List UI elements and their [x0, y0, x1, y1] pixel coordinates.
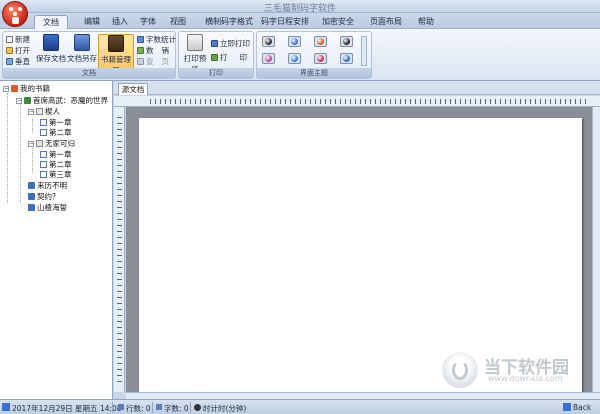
tree-root[interactable]: − 我的书籍	[3, 83, 50, 94]
status-timer: 时计时(分钟)	[203, 404, 247, 413]
watermark-url: www.downxia.com	[488, 374, 563, 383]
collapse-icon[interactable]: −	[28, 108, 34, 115]
tab-page-layout[interactable]: 页面布局	[366, 15, 406, 29]
book-manager-button[interactable]: 书籍管理器	[98, 34, 134, 75]
tab-document[interactable]: 文档	[34, 15, 68, 29]
insert-button[interactable]: 数 销	[137, 45, 169, 56]
word-count-button[interactable]: 字数统计	[137, 34, 176, 45]
tab-source-document[interactable]: 源文档	[118, 83, 148, 95]
tree-book[interactable]: 来历不明	[28, 180, 67, 191]
app-logo-icon[interactable]	[2, 1, 28, 27]
tree-chapter[interactable]: 第二章	[40, 127, 72, 138]
insert-icon	[137, 47, 144, 54]
chars-icon	[156, 404, 162, 410]
tree-book[interactable]: 山楂海誓	[28, 202, 67, 213]
collapse-icon[interactable]: −	[28, 140, 34, 147]
small-button[interactable]: 壹 页	[137, 56, 169, 67]
theme-group-label: 界面主题	[257, 68, 371, 78]
tree-volume[interactable]: − 无家可归	[28, 138, 75, 149]
word-count-icon	[137, 36, 144, 43]
title-bar: 三毛猫制码字软件	[0, 0, 600, 14]
folder-icon	[6, 47, 13, 54]
open-button[interactable]: 打开	[6, 45, 30, 56]
vertical-scrollbar[interactable]	[592, 107, 600, 392]
chapter-icon	[40, 171, 47, 178]
theme-gallery-scroll[interactable]	[361, 36, 367, 66]
calendar-icon	[2, 403, 10, 411]
printer-icon	[211, 40, 218, 47]
bookshelf-icon	[11, 85, 18, 92]
chapter-icon	[40, 161, 47, 168]
collapse-icon[interactable]: −	[16, 97, 22, 104]
theme-swatch-4[interactable]	[340, 36, 353, 47]
theme-group: 界面主题	[256, 31, 372, 79]
tree-chapter[interactable]: 第三章	[40, 169, 72, 180]
print-preview-button[interactable]: 打印预览	[181, 34, 209, 74]
theme-swatch-7[interactable]	[314, 53, 327, 64]
status-chars: 字数: 0	[164, 404, 189, 413]
theme-swatch-6[interactable]	[288, 53, 301, 64]
print-group-label: 打印	[179, 68, 253, 78]
chapter-icon	[40, 129, 47, 136]
book-icon	[28, 204, 35, 211]
document-group: 新建 打开 垂直 保存文档 文档另存 书籍管理器 字数统计 数 销	[2, 31, 176, 79]
clock-icon	[194, 404, 201, 411]
print-button[interactable]: 打 印	[211, 52, 247, 63]
vertical-ruler[interactable]	[114, 107, 125, 392]
save-button[interactable]: 保存文档	[35, 34, 67, 70]
print-group: 打印预览 立即打印 打 印 打印	[178, 31, 254, 79]
horizontal-scrollbar[interactable]	[126, 392, 600, 399]
book-icon	[28, 193, 35, 200]
tree-volume[interactable]: − 楔人	[28, 106, 60, 117]
book-icon	[108, 35, 124, 52]
menu-bar: 文档 编辑 插入 字体 视图 横制码字格式 码字日程安排 加密安全 页面布局 帮…	[0, 13, 600, 29]
new-file-icon	[6, 36, 13, 43]
tab-help[interactable]: 帮助	[412, 15, 440, 29]
tab-schedule[interactable]: 码字日程安排	[260, 15, 310, 29]
print-preview-icon	[187, 34, 203, 51]
book-icon	[28, 182, 35, 189]
chapter-icon	[40, 151, 47, 158]
theme-swatch-1[interactable]	[262, 36, 275, 47]
status-bar: 2017年12月29日 星期五 14:08 行数: 0 字数: 0 时计时(分钟…	[0, 399, 600, 414]
disabled-icon	[137, 58, 144, 65]
editor-tab-bar: 源文档	[114, 81, 600, 95]
tab-font[interactable]: 字体	[134, 15, 162, 29]
theme-swatch-2[interactable]	[288, 36, 301, 47]
theme-swatch-3[interactable]	[314, 36, 327, 47]
collapse-icon[interactable]: −	[3, 85, 9, 92]
page-button[interactable]: 垂直	[6, 56, 30, 67]
ribbon: 新建 打开 垂直 保存文档 文档另存 书籍管理器 字数统计 数 销	[0, 29, 600, 81]
page-icon	[6, 58, 13, 65]
save-icon	[43, 34, 59, 51]
save-as-icon	[74, 34, 90, 51]
watermark-logo-icon	[442, 352, 478, 388]
theme-swatch-5[interactable]	[262, 53, 275, 64]
back-icon[interactable]	[563, 403, 571, 411]
save-as-button[interactable]: 文档另存	[67, 34, 97, 70]
tab-edit[interactable]: 编辑	[78, 15, 106, 29]
new-button[interactable]: 新建	[6, 34, 30, 45]
tab-insert[interactable]: 插入	[106, 15, 134, 29]
print-icon	[211, 54, 218, 61]
status-rows: 行数: 0	[126, 404, 151, 413]
book-icon	[24, 97, 31, 104]
instant-print-button[interactable]: 立即打印	[211, 38, 250, 49]
chapter-icon	[40, 119, 47, 126]
horizontal-ruler[interactable]	[114, 96, 600, 107]
book-tree-pane: − 我的书籍 − 首席高武：恶魔的世界 − 楔人 第一章 第二章 − 无家可归 …	[0, 81, 113, 399]
back-button[interactable]: Back	[573, 403, 591, 412]
document-group-label: 文档	[3, 68, 175, 78]
volume-icon	[36, 108, 43, 115]
tab-view[interactable]: 视图	[164, 15, 192, 29]
rows-icon	[118, 404, 124, 410]
volume-icon	[36, 140, 43, 147]
tab-security[interactable]: 加密安全	[318, 15, 358, 29]
tree-book[interactable]: 契约？	[28, 191, 60, 202]
tree-book[interactable]: − 首席高武：恶魔的世界	[16, 95, 108, 106]
tab-format[interactable]: 横制码字格式	[200, 15, 258, 29]
status-datetime: 2017年12月29日 星期五 14:08	[12, 404, 122, 413]
theme-swatch-8[interactable]	[340, 53, 353, 64]
